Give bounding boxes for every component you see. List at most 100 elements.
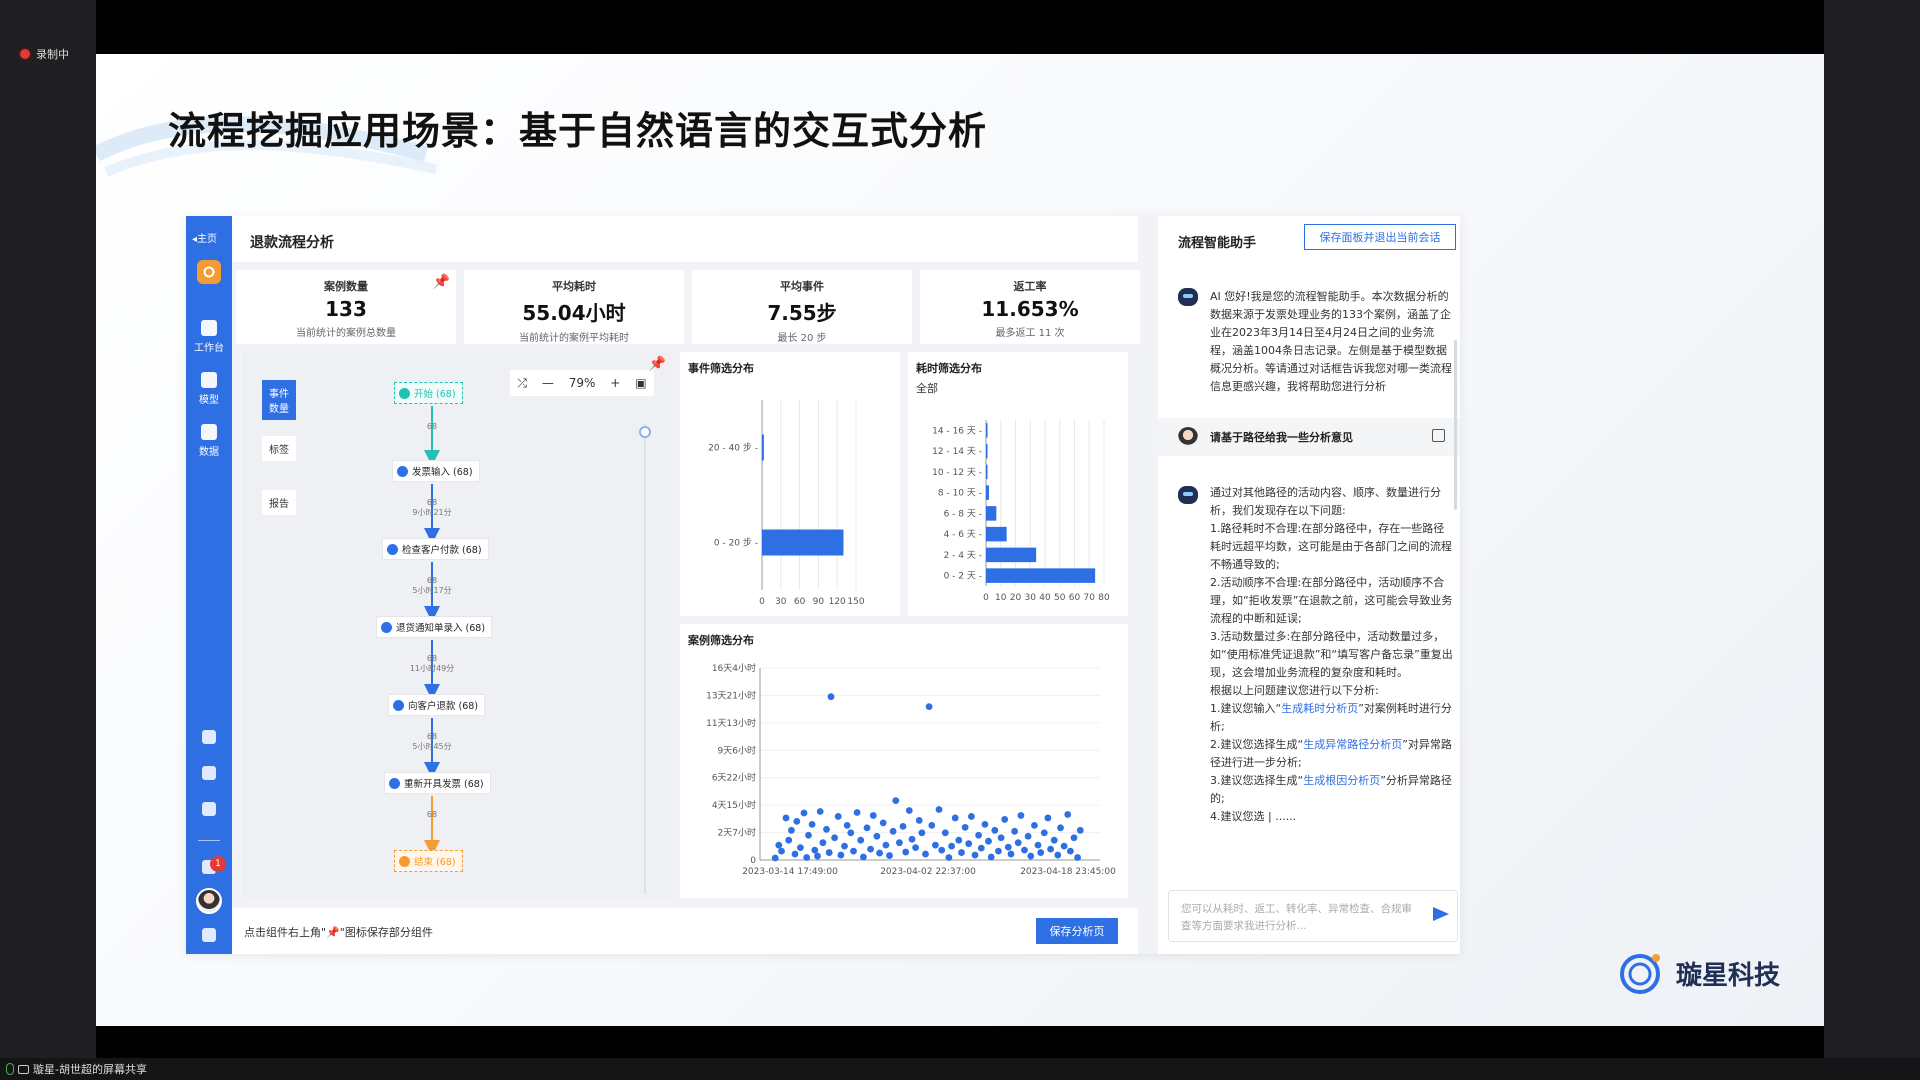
process-node-return-notice[interactable]: 退货通知单录入 (68)	[376, 616, 493, 638]
process-node-start[interactable]: 开始 (68)	[394, 382, 463, 404]
suggestion-link-duration[interactable]: 生成耗时分析页	[1281, 702, 1358, 715]
data-point	[819, 839, 827, 847]
x-tick-label: 0	[759, 597, 765, 607]
bar	[762, 529, 844, 556]
y-tick-label: 14 - 16 天 -	[932, 426, 982, 436]
data-point	[951, 814, 959, 822]
x-tick-label: 0	[983, 593, 989, 603]
data-point	[985, 837, 992, 845]
event-distribution-card: 事件筛选分布 0 30 60 90 120 150 0 - 20 步 -20 - 40 步 …	[680, 352, 900, 616]
shield-icon[interactable]	[202, 730, 216, 744]
bar	[986, 464, 988, 480]
data-point	[843, 821, 851, 829]
process-node-refund-customer[interactable]: 向客户退款 (68)	[388, 694, 486, 716]
share-owner-text: 璇星-胡世超的屏幕共享	[33, 1063, 147, 1076]
app-logo-icon[interactable]	[197, 260, 221, 284]
bar	[986, 443, 988, 459]
x-tick-label: 30	[775, 597, 787, 607]
microphone-icon[interactable]	[6, 1063, 14, 1075]
zoom-slider-handle[interactable]	[639, 426, 651, 438]
x-tick-label: 80	[1098, 593, 1110, 603]
bookmark-icon	[381, 621, 392, 633]
analysis-footer: 点击组件右上角"📌"图标保存部分组件 保存分析页	[232, 908, 1138, 954]
data-point	[1021, 846, 1028, 854]
x-tick-label: 40	[1039, 593, 1051, 603]
company-name: 璇星科技	[1676, 960, 1781, 991]
bar	[986, 423, 988, 438]
pin-icon[interactable]: 📌	[433, 274, 450, 290]
data-point	[825, 849, 833, 856]
data-point	[788, 826, 795, 834]
notification-badge: 1	[210, 856, 226, 872]
settings-icon[interactable]	[202, 802, 216, 816]
data-point	[863, 824, 871, 832]
data-point	[876, 849, 883, 857]
data-point	[971, 851, 979, 859]
data-point	[775, 841, 783, 849]
edit-icon[interactable]	[1432, 429, 1445, 442]
edge-label: 68 5小时45分	[412, 732, 452, 751]
process-node-invoice-input[interactable]: 发票输入 (68)	[392, 460, 480, 482]
grid-icon	[201, 320, 217, 336]
zoom-slider-track[interactable]	[644, 424, 646, 894]
send-icon[interactable]	[1433, 907, 1449, 921]
data-point	[879, 819, 887, 827]
data-point	[805, 831, 812, 839]
data-point	[991, 826, 999, 834]
data-point	[941, 829, 949, 837]
nav-home-link[interactable]: ◂主页	[192, 230, 217, 245]
data-point	[857, 836, 865, 844]
y-tick-label: 9天6小时	[718, 744, 756, 756]
nav-item-model[interactable]: 模型	[186, 372, 232, 406]
y-tick-label: 16天4小时	[712, 662, 756, 674]
nav-item-workbench[interactable]: 工作台	[186, 320, 232, 354]
y-tick-label: 11天13小时	[706, 717, 756, 729]
data-point	[935, 806, 943, 813]
data-point	[869, 812, 877, 819]
edge-label: 68 11小时49分	[409, 654, 455, 673]
x-tick-label: 120	[829, 597, 846, 607]
data-point	[793, 818, 801, 825]
data-point	[977, 844, 985, 852]
data-point	[1050, 836, 1058, 844]
suggestion-link-root-cause[interactable]: 生成根因分析页	[1303, 774, 1380, 787]
case-distribution-card: 案例筛选分布 16天4小时 13天21小时 11天13小时 9天6小时 6天22小时 4天…	[680, 624, 1128, 898]
data-point	[778, 847, 785, 855]
menu-icon[interactable]	[202, 928, 216, 942]
assistant-greeting: AI 您好!我是您的流程智能助手。本次数据分析的数据来源于发票处理业务的133个…	[1210, 290, 1452, 393]
x-tick-label: 10	[995, 593, 1007, 603]
suggestion-link-abnormal-path[interactable]: 生成异常路径分析页	[1303, 738, 1402, 751]
y-tick-label: 20 - 40 步 -	[708, 443, 758, 454]
recording-label: 录制中	[36, 48, 69, 61]
y-tick-label: 2天7小时	[718, 827, 756, 839]
data-point	[1074, 854, 1081, 861]
data-point	[837, 851, 845, 859]
data-point	[958, 849, 965, 856]
process-map-panel: 事件 数量 标签 报告 ⤮ — 79% + ▣ 📌 开始 (68) 发票输入 (…	[242, 352, 672, 898]
data-point	[1060, 842, 1068, 850]
data-point	[889, 827, 897, 835]
assistant-input[interactable]: 您可以从耗时、返工、转化率、异常检查、合规审查等方面要求我进行分析...	[1168, 890, 1458, 942]
process-node-check-payment[interactable]: 检查客户付款 (68)	[382, 538, 489, 560]
x-tick-label: 2023-03-14 17:49:00	[742, 867, 838, 877]
data-point	[1044, 814, 1052, 822]
process-node-end[interactable]: 结束 (68)	[394, 850, 463, 872]
kpi-avg-events: 平均事件 7.55步 最长 20 步	[692, 270, 912, 344]
data-point	[827, 693, 835, 701]
data-point	[1040, 829, 1048, 837]
clipboard-icon[interactable]	[202, 766, 216, 780]
user-avatar[interactable]	[196, 888, 222, 914]
save-analysis-button[interactable]: 保存分析页	[1036, 918, 1118, 944]
x-tick-label: 90	[813, 597, 825, 607]
user-avatar	[1178, 427, 1198, 447]
x-tick-label: 70	[1084, 593, 1096, 603]
y-tick-label: 0	[750, 856, 756, 866]
nav-item-data[interactable]: 数据	[186, 424, 232, 458]
save-exit-button[interactable]: 保存面板并退出当前会话	[1304, 224, 1456, 250]
data-point	[850, 847, 857, 855]
assistant-title: 流程智能助手	[1178, 236, 1257, 251]
assistant-scrollbar[interactable]	[1454, 340, 1457, 510]
data-point	[1031, 821, 1038, 829]
screen-share-icon	[18, 1064, 29, 1074]
process-node-reissue-invoice[interactable]: 重新开具发票 (68)	[384, 772, 491, 794]
